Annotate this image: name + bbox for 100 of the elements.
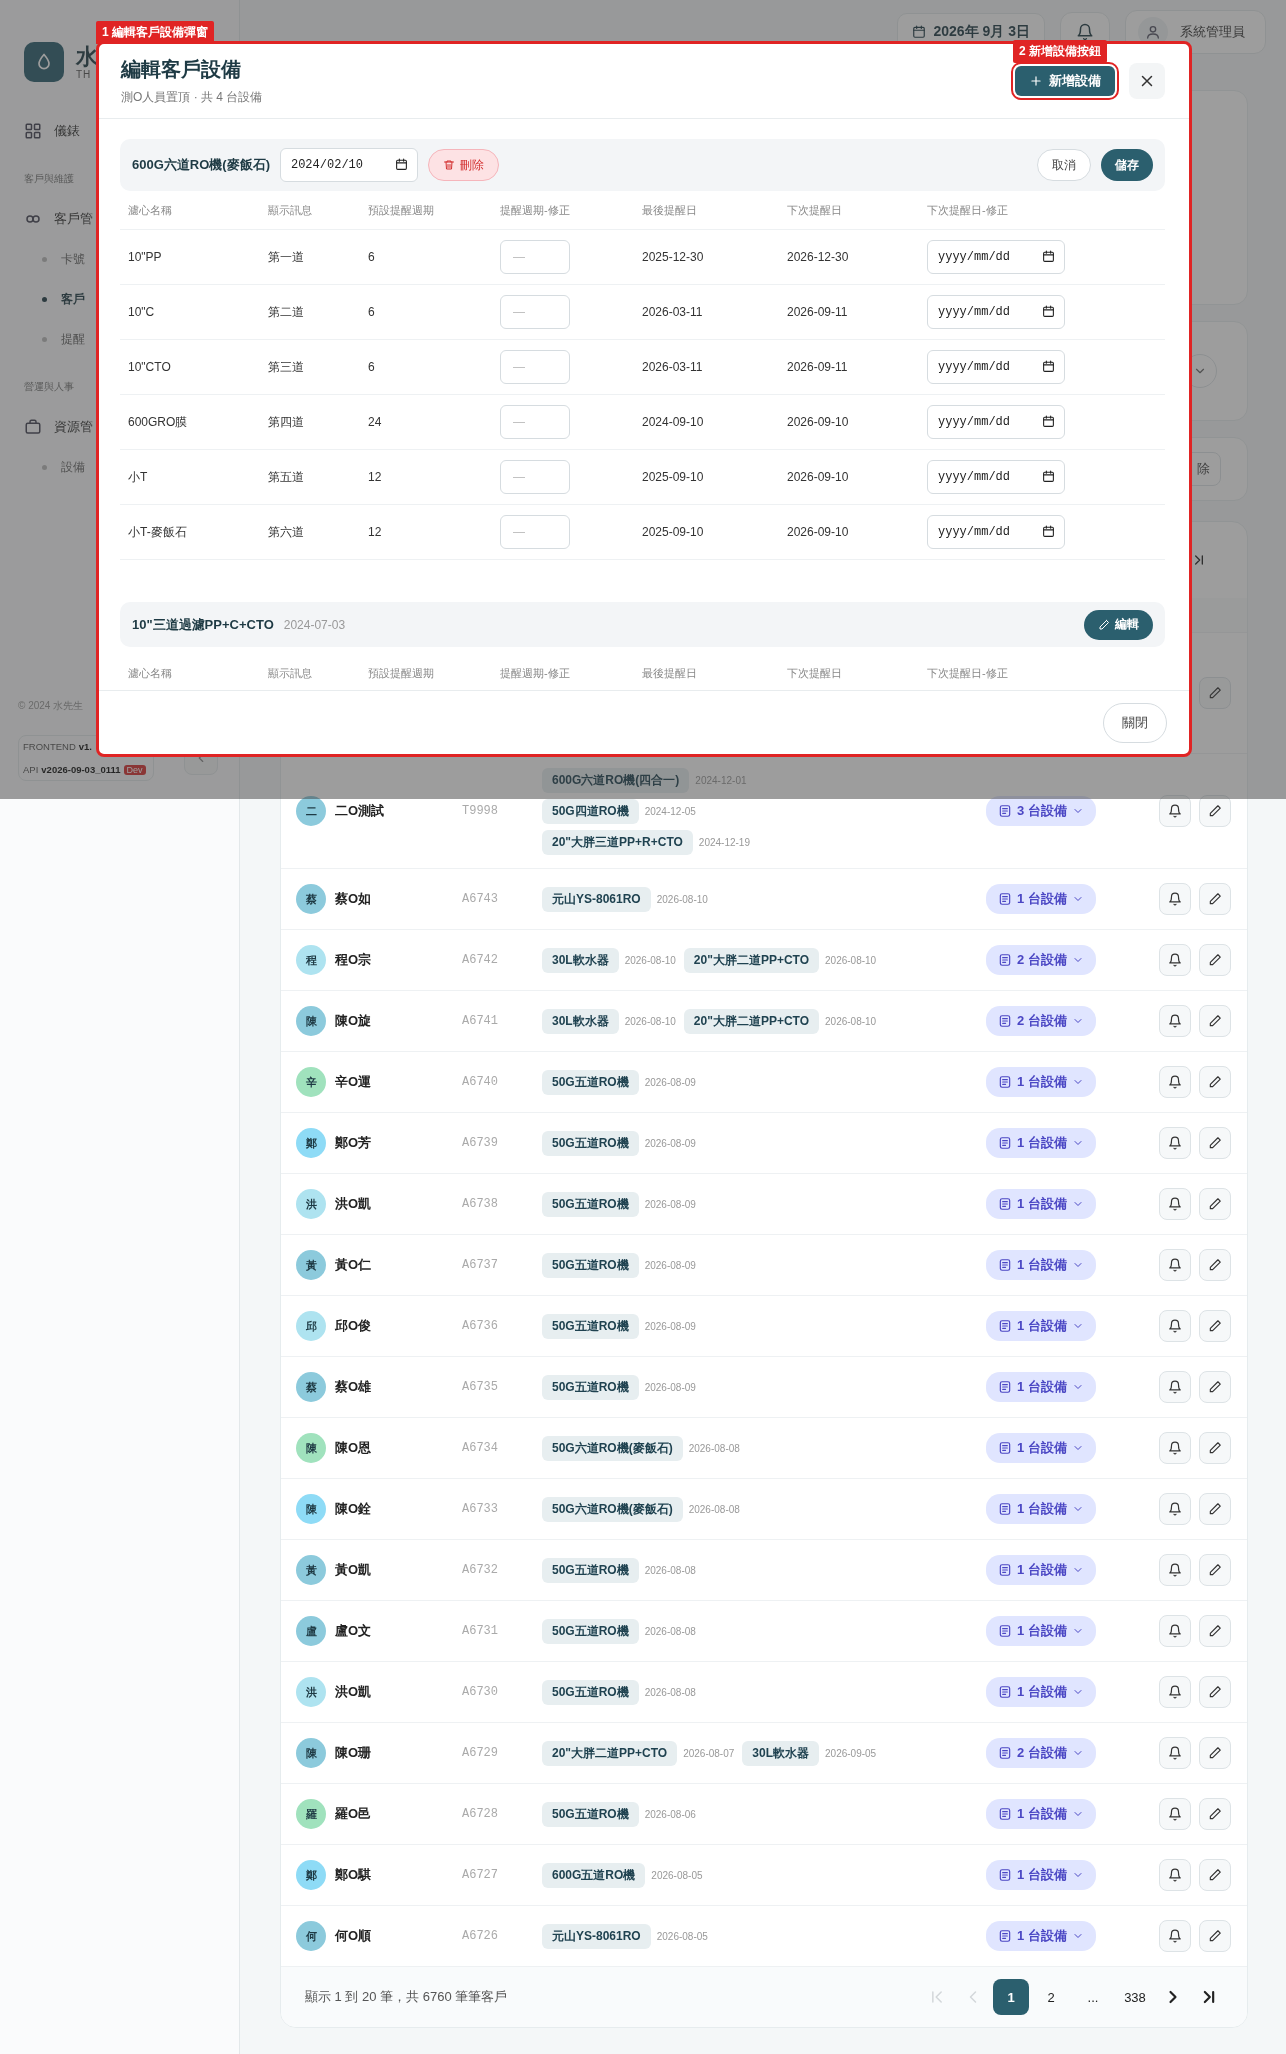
logo-text: 水 <box>76 44 98 69</box>
column-header: 下次提醒日 <box>787 202 843 218</box>
customer-name: 邱O俊 <box>335 1317 373 1335</box>
device-date: 2024-12-19 <box>698 836 750 848</box>
device-date: 2026-08-06 <box>644 1808 696 1820</box>
device-date: 2026-09-05 <box>825 1747 877 1759</box>
version-value: v2026-09-03_0111 <box>41 764 121 775</box>
last-date: 2026-03-11 <box>642 305 704 319</box>
default-cycle: 6 <box>368 360 376 374</box>
customer-name: 盧O文 <box>335 1622 373 1640</box>
device-tag: 20"大胖二道PP+CTO <box>683 1008 819 1034</box>
avatar: 程 <box>296 945 326 975</box>
avatar: 鄭 <box>296 1860 326 1890</box>
device-date: 2026-08-09 <box>644 1076 696 1088</box>
column-header: 下次提醒日-修正 <box>927 202 1009 218</box>
column-header: 提醒週期-修正 <box>500 665 571 681</box>
device-tag: 20"大胖二道PP+CTO <box>542 1740 678 1766</box>
device-date: 2026-08-10 <box>825 1015 877 1027</box>
customer-code: A6734 <box>462 1441 499 1455</box>
env-badge: Dev <box>123 764 146 775</box>
customer-name: 蔡O如 <box>335 890 373 908</box>
device-date: 2026-08-08 <box>644 1564 696 1576</box>
device-tag: 50G六道RO機(麥飯石) <box>542 1435 683 1461</box>
avatar: 羅 <box>296 1799 326 1829</box>
device-date: 2024-12-05 <box>644 805 696 817</box>
customer-code: A6739 <box>462 1136 499 1150</box>
customer-name: 洪O凱 <box>335 1195 373 1213</box>
default-cycle: 12 <box>368 470 383 484</box>
default-cycle: 24 <box>368 415 383 429</box>
customer-code: A6737 <box>462 1258 499 1272</box>
device-tag: 600G五道RO機 <box>542 1862 646 1888</box>
customer-name: 羅O邑 <box>335 1805 373 1823</box>
column-header: 顯示訊息 <box>268 202 313 218</box>
customer-code: A6740 <box>462 1075 499 1089</box>
customer-name: 何O順 <box>335 1927 373 1945</box>
filter-name: 10"C <box>128 305 156 319</box>
filter-name: 600GRO膜 <box>128 413 189 431</box>
device-date: 2026-08-05 <box>656 1930 708 1942</box>
device-date: 2026-08-08 <box>644 1625 696 1637</box>
column-header: 顯示訊息 <box>268 665 313 681</box>
customer-name: 陳O恩 <box>335 1439 373 1457</box>
last-date: 2026-03-11 <box>642 360 704 374</box>
customer-name: 黃O仁 <box>335 1256 373 1274</box>
column-header: 最後提醒日 <box>642 202 698 218</box>
customer-code: A6738 <box>462 1197 499 1211</box>
next-date: 2026-12-30 <box>787 250 850 264</box>
avatar: 陳 <box>296 1738 326 1768</box>
default-cycle: 6 <box>368 250 376 264</box>
device-date: 2026-08-08 <box>688 1442 740 1454</box>
customer-name: 陳O珊 <box>335 1744 373 1762</box>
last-date: 2025-09-10 <box>642 470 705 484</box>
customer-code: A6735 <box>462 1380 499 1394</box>
avatar: 何 <box>296 1921 326 1951</box>
device-tag: 50G六道RO機(麥飯石) <box>542 1496 683 1522</box>
device-tag: 50G五道RO機 <box>542 1130 639 1156</box>
avatar: 陳 <box>296 1494 326 1524</box>
column-header: 預設提醒週期 <box>368 665 435 681</box>
avatar: 盧 <box>296 1616 326 1646</box>
column-header: 預設提醒週期 <box>368 202 435 218</box>
device-date: 2026-08-09 <box>644 1381 696 1393</box>
avatar: 洪 <box>296 1677 326 1707</box>
device-name: 600G六道RO機(麥飯石) <box>132 156 270 174</box>
device-tag: 50G五道RO機 <box>542 1801 639 1827</box>
customer-code: A6732 <box>462 1563 499 1577</box>
version-value: v1. <box>78 741 92 752</box>
device-date: 2026-08-09 <box>644 1198 696 1210</box>
device-tag: 30L軟水器 <box>742 1740 819 1766</box>
device-tag: 50G五道RO機 <box>542 1618 639 1644</box>
customer-code: A6736 <box>462 1319 499 1333</box>
customer-code: A6731 <box>462 1624 499 1638</box>
filter-name: 小T-麥飯石 <box>128 523 188 541</box>
device-tag: 50G五道RO機 <box>542 1252 639 1278</box>
avatar: 黃 <box>296 1555 326 1585</box>
avatar: 蔡 <box>296 1372 326 1402</box>
device-date: 2026-08-10 <box>825 954 877 966</box>
device-date: 2026-08-10 <box>656 893 708 905</box>
customer-code: A6742 <box>462 953 499 967</box>
customer-name: 蔡O雄 <box>335 1378 373 1396</box>
avatar: 陳 <box>296 1433 326 1463</box>
filter-name: 小T <box>128 468 149 486</box>
column-header: 濾心名稱 <box>128 665 173 681</box>
device-tag: 600G六道RO機(四合一) <box>542 767 690 793</box>
device-tag: 20"大胖三道PP+R+CTO <box>542 829 693 855</box>
next-date: 2026-09-10 <box>787 525 850 539</box>
customer-name: 鄭O芳 <box>335 1134 373 1152</box>
avatar: 辛 <box>296 1067 326 1097</box>
customer-name: 洪O凱 <box>335 1683 373 1701</box>
device-date: 2026-08-09 <box>644 1137 696 1149</box>
avatar: 二 <box>296 796 326 826</box>
version-label: FRONTEND <box>23 741 76 752</box>
avatar: 邱 <box>296 1311 326 1341</box>
device-tag: 20"大胖二道PP+CTO <box>683 947 819 973</box>
customer-name: 陳O銓 <box>335 1500 373 1518</box>
default-cycle: 6 <box>368 305 376 319</box>
dialog-subtitle: 測O人員置頂 · 共 4 台設備 <box>121 89 263 106</box>
customer-name: 二O測試 <box>335 802 386 820</box>
column-header: 提醒週期-修正 <box>500 202 571 218</box>
device-tag: 50G五道RO機 <box>542 1679 639 1705</box>
filter-label: 第五道 <box>268 468 305 486</box>
customer-code: T9998 <box>462 804 499 818</box>
